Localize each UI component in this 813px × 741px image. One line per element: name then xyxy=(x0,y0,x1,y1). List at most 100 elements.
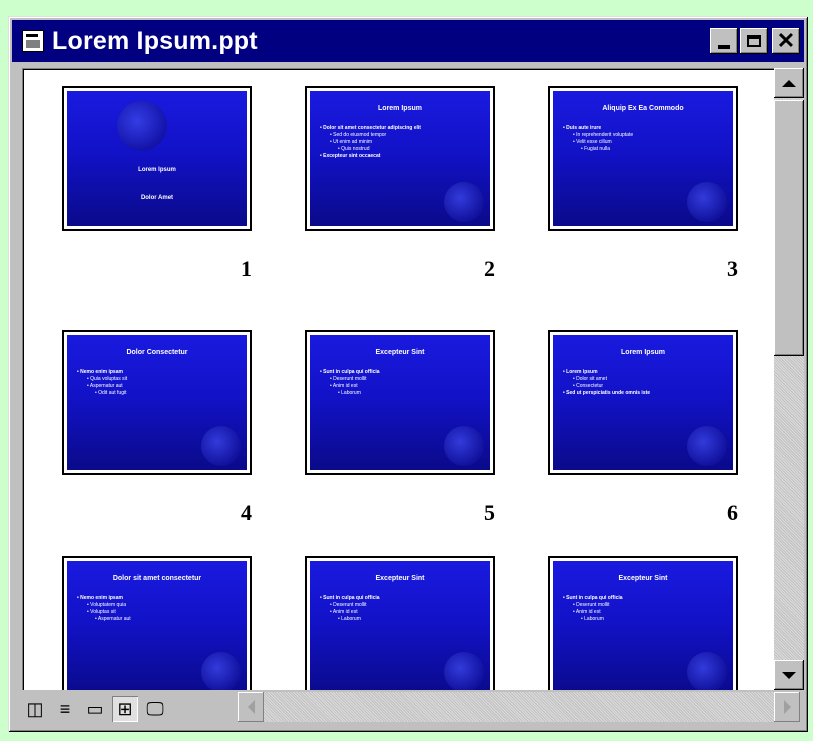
slide-bullets: • Duis aute irure • In reprehenderit volu… xyxy=(563,125,725,153)
slide-thumbnail[interactable]: Excepteur Sint • Sunt in culpa qui offici… xyxy=(305,330,495,475)
slide-thumbnail-cell[interactable]: Aliquip Ex Ea Commodo • Duis aute irure • … xyxy=(548,86,738,306)
slide-bullet: • Deserunt mollit xyxy=(573,602,610,608)
slide-bullets: • Nemo enim ipsam • Quia voluptas sit • As… xyxy=(77,369,239,397)
maximize-button[interactable] xyxy=(740,28,768,54)
minimize-button[interactable] xyxy=(710,28,738,54)
slide-thumbnail[interactable]: Excepteur Sint • Sunt in culpa qui offici… xyxy=(305,556,495,690)
globe-graphic xyxy=(687,652,727,690)
slide-bullet: • Sunt in culpa qui officia xyxy=(320,369,380,375)
slide-bullets: • Sunt in culpa qui officia • Deserunt mo… xyxy=(320,369,482,397)
slide-bullet: • Sed ut perspiciatis unde omnis iste xyxy=(563,390,651,396)
globe-graphic xyxy=(687,426,727,466)
horizontal-scrollbar[interactable] xyxy=(238,692,800,722)
slide-thumbnail[interactable]: Dolor Consectetur • Nemo enim ipsam • Quia… xyxy=(62,330,252,475)
slide-view-button[interactable]: ▭ xyxy=(82,696,108,722)
slide-background: Excepteur Sint • Sunt in culpa qui offici… xyxy=(310,561,490,690)
slide-number: 2 xyxy=(484,256,495,281)
slide-bullet: • Laborum xyxy=(581,616,604,622)
slide-number: 3 xyxy=(727,256,738,281)
slide-bullet: • Quia voluptas sit xyxy=(87,376,128,382)
view-buttons: ◫ ≡ ▭ ⊞ 🖵 xyxy=(22,696,172,722)
slide-bullet: • Sunt in culpa qui officia xyxy=(320,595,380,601)
slide-bullet: • Nemo enim ipsam xyxy=(77,369,123,375)
slide-sorter-pane: Lorem Ipsum Dolor Amet 1 Lorem Ipsum • Dolor… xyxy=(22,68,774,690)
outline-view-button[interactable]: ≡ xyxy=(52,696,78,722)
slide-thumbnail[interactable]: Lorem Ipsum Dolor Amet xyxy=(62,86,252,231)
slide-background: Aliquip Ex Ea Commodo • Duis aute irure • … xyxy=(553,91,733,226)
slide-bullet: • Deserunt mollit xyxy=(330,602,367,608)
scroll-left-button[interactable] xyxy=(238,692,264,722)
slide-sorter-view-button[interactable]: ⊞ xyxy=(112,696,138,722)
slide-bullet: • Dolor sit amet consectetur adipiscing … xyxy=(320,125,421,131)
slide-title: Excepteur Sint xyxy=(618,575,668,582)
slide-bullet: • Velit esse cillum xyxy=(573,139,612,145)
globe-graphic xyxy=(201,426,241,466)
slide-bullet: • Odit aut fugit xyxy=(95,390,127,396)
slide-thumbnail[interactable]: Lorem Ipsum • Lorem ipsum • Dolor sit amet… xyxy=(548,330,738,475)
slide-bullet: • Anim id est xyxy=(330,609,358,615)
slide-title: Lorem Ipsum xyxy=(378,105,422,112)
slide-background: Excepteur Sint • Sunt in culpa qui offici… xyxy=(310,335,490,470)
slide-number: 1 xyxy=(241,256,252,281)
minimize-icon xyxy=(718,45,730,49)
globe-graphic xyxy=(444,182,484,222)
close-button[interactable]: ✕ xyxy=(772,28,800,54)
slide-bullet: • Voluptas sit xyxy=(87,609,116,615)
slide-thumbnail[interactable]: Lorem Ipsum • Dolor sit amet consectetur … xyxy=(305,86,495,231)
slide-title: Lorem Ipsum xyxy=(621,349,665,356)
slide-bullet: • Voluptatem quia xyxy=(87,602,126,608)
slide-number: 4 xyxy=(241,500,252,525)
slide-bullet: • Anim id est xyxy=(573,609,601,615)
slide-background: Dolor Consectetur • Nemo enim ipsam • Quia… xyxy=(67,335,247,470)
slide-bullet: • Nemo enim ipsam xyxy=(77,595,123,601)
title-bar[interactable]: Lorem Ipsum.ppt ✕ xyxy=(12,20,804,62)
slide-thumbnail-cell[interactable]: Lorem Ipsum • Dolor sit amet consectetur … xyxy=(305,86,495,306)
slide-background: Excepteur Sint • Sunt in culpa qui offici… xyxy=(553,561,733,690)
slide-thumbnail-cell[interactable]: Dolor sit amet consectetur • Nemo enim ip… xyxy=(62,556,252,690)
slide-bullet: • Consectetur xyxy=(573,383,604,389)
slide-title: Dolor sit amet consectetur xyxy=(112,575,202,582)
arrow-left-icon xyxy=(247,700,255,714)
slide-thumbnail-cell[interactable]: Excepteur Sint • Sunt in culpa qui offici… xyxy=(305,556,495,690)
slide-bullet: • Sunt in culpa qui officia xyxy=(563,595,623,601)
slide-title: Excepteur Sint xyxy=(375,575,425,582)
slide-bullets: • Sunt in culpa qui officia • Deserunt mo… xyxy=(563,595,725,623)
vertical-scrollbar[interactable] xyxy=(774,68,804,690)
presentation-file-icon[interactable] xyxy=(22,30,44,52)
window-controls: ✕ xyxy=(708,28,800,54)
slide-thumbnail-cell[interactable]: Lorem Ipsum • Lorem ipsum • Dolor sit amet… xyxy=(548,330,738,550)
globe-graphic xyxy=(444,426,484,466)
arrow-right-icon xyxy=(783,700,791,714)
slide-background: Lorem Ipsum Dolor Amet xyxy=(67,91,247,226)
maximize-icon xyxy=(747,35,761,47)
slide-bullet: • Anim id est xyxy=(330,383,358,389)
slide-bullet: • Dolor sit amet xyxy=(573,376,607,382)
vertical-scroll-thumb[interactable] xyxy=(774,100,804,356)
slide-thumbnail[interactable]: Excepteur Sint • Sunt in culpa qui offici… xyxy=(548,556,738,690)
slide-thumbnail-cell[interactable]: Excepteur Sint • Sunt in culpa qui offici… xyxy=(548,556,738,690)
slide-show-button[interactable]: 🖵 xyxy=(142,696,168,722)
slide-subtitle: Dolor Amet xyxy=(140,195,174,201)
slide-bullet: • Duis aute irure xyxy=(563,125,602,131)
slide-title: Excepteur Sint xyxy=(375,349,425,356)
slide-bullet: • Sed do eiusmod tempor xyxy=(330,132,387,138)
slide-bullet: • In reprehenderit voluptate xyxy=(573,132,634,138)
slide-bullets: • Sunt in culpa qui officia • Deserunt mo… xyxy=(320,595,482,623)
scroll-up-button[interactable] xyxy=(774,68,804,98)
slide-bullet: • Fugiat nulla xyxy=(581,146,610,152)
slide-bullet: • Quis nostrud xyxy=(338,146,370,152)
slide-bullets: • Nemo enim ipsam • Voluptatem quia • Volu… xyxy=(77,595,239,623)
slide-background: Lorem Ipsum • Dolor sit amet consectetur … xyxy=(310,91,490,226)
slide-bullet: • Laborum xyxy=(338,616,361,622)
scroll-right-button[interactable] xyxy=(774,692,800,722)
slide-title: Aliquip Ex Ea Commodo xyxy=(602,105,684,112)
slide-thumbnail[interactable]: Dolor sit amet consectetur • Nemo enim ip… xyxy=(62,556,252,690)
slide-number: 5 xyxy=(484,500,495,525)
scroll-down-button[interactable] xyxy=(774,660,804,690)
slide-bullets: • Lorem ipsum • Dolor sit amet • Consectet… xyxy=(563,369,725,397)
slide-thumbnail[interactable]: Aliquip Ex Ea Commodo • Duis aute irure • … xyxy=(548,86,738,231)
normal-view-button[interactable]: ◫ xyxy=(22,696,48,722)
slide-thumbnail-cell[interactable]: Dolor Consectetur • Nemo enim ipsam • Quia… xyxy=(62,330,252,550)
slide-thumbnail-cell[interactable]: Lorem Ipsum Dolor Amet 1 xyxy=(62,86,252,306)
slide-thumbnail-cell[interactable]: Excepteur Sint • Sunt in culpa qui offici… xyxy=(305,330,495,550)
